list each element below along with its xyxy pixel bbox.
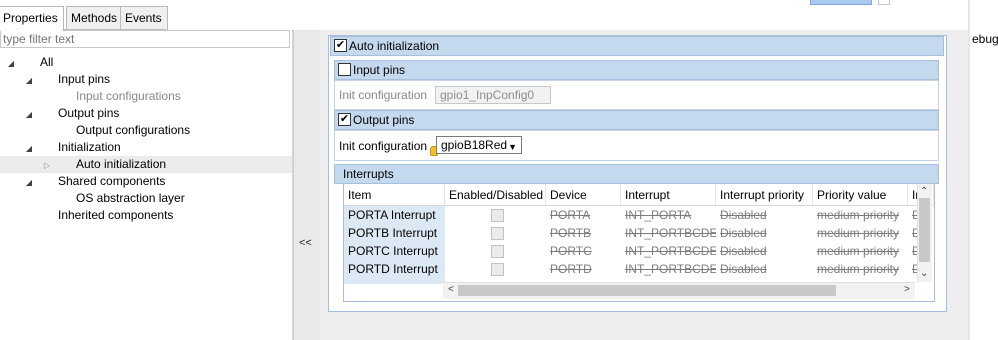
expand-icon[interactable]: ◢ — [24, 178, 34, 188]
table-cell-priority-value: medium priority — [817, 226, 900, 240]
table-row-item[interactable]: PORTB Interrupt — [344, 224, 445, 242]
expand-icon[interactable]: ◢ — [6, 59, 16, 69]
tree-item-inherited-components[interactable]: Inherited components — [58, 207, 173, 224]
scroll-right-icon[interactable]: > — [904, 284, 910, 295]
tree-item-input-pins[interactable]: Input pins — [58, 71, 110, 88]
scroll-left-icon[interactable]: < — [448, 284, 454, 295]
column-header[interactable]: Item — [344, 184, 445, 206]
table-cell-priority: Disabled — [720, 208, 767, 222]
enabled-checkbox — [491, 227, 504, 240]
chevron-down-icon: ▼ — [508, 142, 517, 152]
auto-init-checkbox[interactable]: ✔ — [334, 39, 347, 52]
tree-item-output-configurations[interactable]: Output configurations — [76, 122, 190, 139]
table-cell-device: PORTC — [550, 244, 592, 258]
table-cell-device: PORTB — [550, 226, 592, 240]
scroll-down-icon[interactable]: ⌄ — [920, 268, 928, 279]
input-pins-label: Input pins — [353, 63, 406, 77]
expand-icon[interactable]: ◢ — [24, 76, 34, 86]
table-cell-priority: Disabled — [720, 226, 767, 240]
interrupts-label: Interrupts — [343, 167, 394, 181]
enabled-checkbox — [491, 263, 504, 276]
tab-events[interactable]: Events — [120, 6, 168, 30]
table-cell-interrupt: INT_PORTBCDE — [625, 262, 716, 276]
toolbar-accent[interactable] — [810, 0, 872, 5]
table-row-item[interactable]: PORTA Interrupt — [344, 206, 445, 224]
scroll-up-icon[interactable]: ⌃ — [920, 186, 928, 197]
table-cell-interrupt: INT_PORTBCDE — [625, 226, 716, 240]
horizontal-scroll-thumb[interactable] — [458, 285, 836, 296]
table-cell-priority: Disabled — [720, 244, 767, 258]
enabled-checkbox — [491, 245, 504, 258]
input-pins-body: Init configuration gpio1_InpConfig0 — [334, 80, 939, 110]
auto-init-label: Auto initialization — [349, 39, 440, 53]
table-cell-priority-value: medium priority — [817, 208, 900, 222]
vertical-scroll-thumb[interactable] — [919, 198, 930, 262]
table-cell-interrupt: INT_PORTA — [625, 208, 692, 222]
column-header[interactable]: Device — [546, 184, 621, 206]
enabled-checkbox — [491, 209, 504, 222]
output-init-config-label: Init configuration — [339, 139, 428, 153]
collapse-button[interactable]: << — [299, 237, 312, 249]
table-cell-interrupt: INT_PORTBCDE — [625, 244, 716, 258]
table-cell-device: PORTD — [550, 262, 592, 276]
table-cell-priority-value: medium priority — [817, 244, 900, 258]
table-row-item[interactable]: PORTD Interrupt — [344, 260, 445, 278]
expand-icon[interactable]: ◢ — [24, 110, 34, 120]
window-edge — [968, 0, 970, 340]
output-init-config-combo[interactable]: gpioB18Red ▼ — [436, 136, 522, 154]
table-row-item-partial — [344, 278, 445, 284]
auto-init-header: ✔ Auto initialization — [330, 36, 944, 56]
table-cell-device: PORTA — [550, 208, 591, 222]
input-pins-header: Input pins — [334, 60, 939, 80]
output-init-config-value: gpioB18Red — [441, 138, 508, 152]
input-init-config-field: gpio1_InpConfig0 — [435, 86, 551, 104]
tree-item-shared-components[interactable]: Shared components — [58, 173, 165, 190]
table-cell-priority: Disabled — [720, 262, 767, 276]
column-header[interactable]: Enabled/Disabled — [445, 184, 546, 206]
interrupts-header: Interrupts — [334, 164, 939, 184]
column-header[interactable]: Interrupt — [621, 184, 716, 206]
tab-properties[interactable]: Properties — [0, 6, 64, 31]
output-pins-header: ✔ Output pins — [334, 110, 939, 130]
collapsed-arrow-icon[interactable]: ▷ — [42, 161, 52, 171]
filter-input[interactable] — [0, 30, 290, 48]
expand-icon[interactable]: ◢ — [24, 144, 34, 154]
input-init-config-label: Init configuration — [339, 88, 428, 102]
tree-item-all[interactable]: All — [40, 54, 53, 71]
debug-tab-fragment[interactable]: ebug — [972, 32, 998, 46]
tree-item-auto-initialization[interactable]: Auto initialization — [76, 156, 166, 173]
output-pins-body: Init configuration gpioB18Red ▼ — [334, 130, 939, 161]
output-pins-label: Output pins — [353, 113, 415, 127]
tree-item-output-pins[interactable]: Output pins — [58, 105, 119, 122]
input-pins-checkbox[interactable] — [338, 63, 351, 76]
pane-splitter[interactable] — [293, 30, 321, 340]
tree-item-input-configurations[interactable]: Input configurations — [76, 88, 181, 105]
tab-methods[interactable]: Methods — [66, 6, 124, 30]
toolbar-mini-button[interactable] — [878, 0, 890, 5]
column-header[interactable]: Priority value — [813, 184, 908, 206]
output-pins-checkbox[interactable]: ✔ — [338, 113, 351, 126]
table-row-item[interactable]: PORTC Interrupt — [344, 242, 445, 260]
column-header[interactable]: Interrupt priority — [716, 184, 813, 206]
tree-item-initialization[interactable]: Initialization — [58, 139, 121, 156]
tree-item-os-abstraction-layer[interactable]: OS abstraction layer — [76, 190, 185, 207]
table-cell-priority-value: medium priority — [817, 262, 900, 276]
